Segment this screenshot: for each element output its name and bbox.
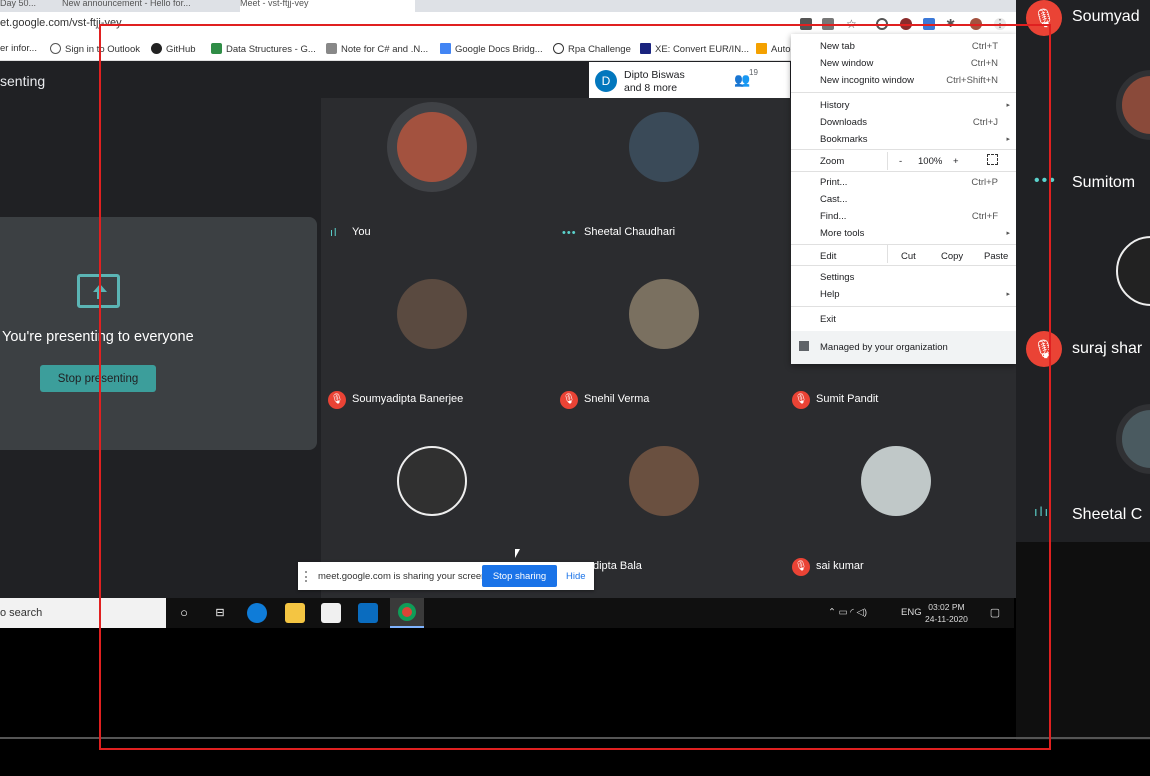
- tab-3-active[interactable]: Meet - vst-ftjj-vey: [240, 0, 415, 12]
- sidebar-participant-name[interactable]: Sumitom: [1072, 174, 1135, 192]
- tab-1[interactable]: Day 50...: [0, 0, 60, 12]
- tab-1-label: Day 50...: [0, 0, 37, 8]
- search-text: o search: [0, 607, 43, 619]
- globe-icon: [50, 43, 61, 54]
- sidebar-participant-name[interactable]: suraj shar: [1072, 340, 1142, 358]
- avatar: [1116, 236, 1150, 306]
- presenting-title: senting: [0, 73, 46, 89]
- bookmark-label: er infor...: [0, 43, 37, 54]
- tab-2-label: New announcement - Hello for...: [62, 0, 191, 8]
- recording-frame: [99, 24, 1051, 750]
- tab-2[interactable]: New announcement - Hello for...: [62, 0, 237, 12]
- tab-strip: Day 50... New announcement - Hello for..…: [0, 0, 1016, 12]
- avatar: [1116, 404, 1150, 474]
- avatar: [1116, 70, 1150, 140]
- sidebar-participant-name[interactable]: Soumyad: [1072, 8, 1140, 26]
- bookmark-item[interactable]: er infor...: [0, 43, 37, 54]
- tab-3-label: Meet - vst-ftjj-vey: [240, 0, 309, 8]
- sidebar-participant-name[interactable]: Sheetal C: [1072, 506, 1142, 524]
